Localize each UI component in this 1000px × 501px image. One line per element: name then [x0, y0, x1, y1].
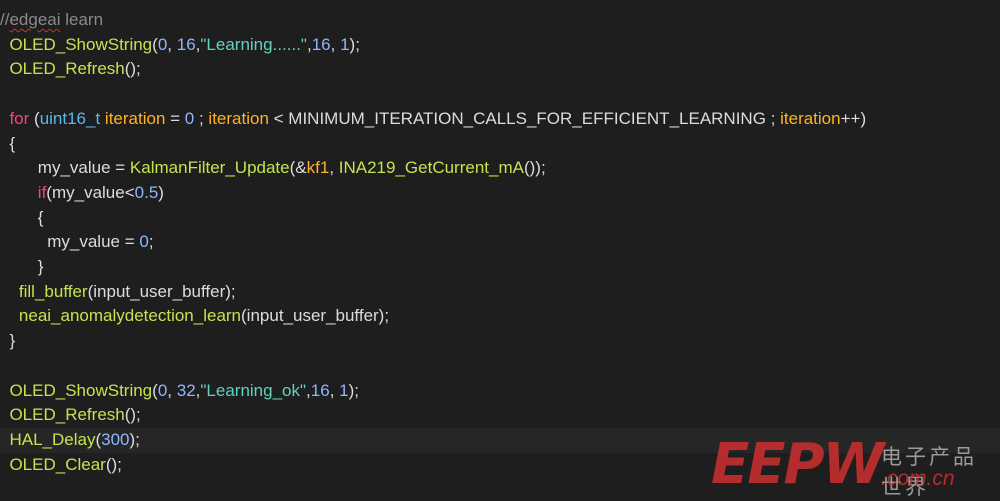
code-line[interactable]: OLED_Clear();: [0, 453, 1000, 478]
code-token: (: [29, 108, 40, 128]
code-line[interactable]: OLED_ShowString(0, 16,"Learning......",1…: [0, 33, 1000, 58]
code-token: 0: [157, 34, 168, 54]
code-token: ,: [329, 158, 339, 178]
code-token: kf1: [306, 158, 330, 178]
code-token: INA219_GetCurrent_mA: [338, 158, 524, 178]
code-token: }: [0, 257, 44, 276]
code-token: "Learning......": [200, 34, 307, 54]
code-token: OLED_ShowString: [9, 34, 153, 54]
code-token: OLED_Refresh: [9, 59, 125, 79]
code-token: );: [348, 380, 360, 400]
code-line[interactable]: neai_anomalydetection_learn(input_user_b…: [0, 304, 1000, 329]
code-token: (&: [289, 158, 307, 178]
code-token: KalmanFilter_Update: [129, 158, 290, 178]
code-token: my_value =: [0, 232, 140, 252]
code-line[interactable]: HAL_Delay(300);: [0, 427, 1000, 453]
code-token: ();: [124, 59, 141, 79]
code-token: ): [158, 182, 164, 202]
code-line[interactable]: //edgeai learn: [0, 8, 1000, 33]
code-line[interactable]: }: [0, 329, 1000, 354]
code-editor[interactable]: //edgeai learn OLED_ShowString (0, 16, "Le…: [0, 0, 1000, 497]
code-token: (input_user_buffer);: [241, 306, 390, 326]
code-token: edgeai: [9, 10, 61, 29]
code-token: iteration: [104, 108, 166, 128]
code-token: ,: [167, 34, 177, 54]
code-token: {: [0, 207, 44, 227]
code-token: );: [349, 34, 360, 54]
code-token: OLED_Refresh: [9, 405, 125, 425]
code-token: 0: [157, 380, 168, 400]
code-token: 300: [101, 429, 130, 449]
code-token: 16: [311, 34, 331, 54]
code-token: for: [9, 108, 30, 128]
code-token: 1: [339, 380, 349, 400]
code-token: iteration: [208, 108, 269, 128]
code-token: 1: [340, 34, 350, 54]
code-token: 0.5: [134, 182, 159, 202]
code-token: (input_user_buffer);: [87, 281, 236, 301]
code-token: }: [0, 331, 16, 351]
code-token: iteration: [780, 108, 841, 128]
code-line[interactable]: [0, 82, 1000, 107]
code-line[interactable]: fill_buffer(input_user_buffer);: [0, 280, 1000, 305]
code-token: ;: [194, 108, 209, 128]
code-token: ++): [840, 108, 867, 128]
code-token: ,: [330, 34, 341, 54]
code-line[interactable]: [0, 354, 1000, 379]
code-token: ,: [167, 380, 177, 400]
code-line[interactable]: {: [0, 206, 1000, 231]
code-token: OLED_Clear: [9, 454, 106, 474]
code-token: ();: [105, 454, 122, 474]
code-line[interactable]: }: [0, 255, 1000, 280]
code-token: OLED_ShowString: [9, 380, 153, 400]
code-token: fill_buffer: [18, 281, 88, 301]
code-token: neai_anomalydetection_learn: [18, 306, 242, 326]
code-line[interactable]: my_value = KalmanFilter_Update(&kf1, INA…: [0, 156, 1000, 181]
code-token: ,: [329, 380, 340, 400]
code-line[interactable]: {: [0, 132, 1000, 157]
code-line[interactable]: if(my_value<0.5): [0, 181, 1000, 206]
code-token: ());: [523, 158, 546, 178]
code-token: my_value =: [0, 158, 130, 178]
code-token: learn: [60, 10, 104, 29]
code-token: =: [165, 108, 185, 128]
code-token: ;: [148, 232, 154, 252]
code-token: < MINIMUM_ITERATION_CALLS_FOR_EFFICIENT_…: [268, 108, 781, 128]
code-line[interactable]: for (uint16_t iteration = 0 ; iteration …: [0, 107, 1000, 132]
code-line[interactable]: OLED_Refresh();: [0, 403, 1000, 428]
code-token: 32: [176, 380, 196, 400]
code-token: );: [129, 429, 140, 449]
code-token: "Learning_ok": [200, 380, 307, 400]
code-token: HAL_Delay: [9, 429, 96, 449]
code-token: 16: [176, 34, 196, 54]
code-line[interactable]: OLED_Refresh();: [0, 57, 1000, 82]
code-token: {: [0, 133, 16, 153]
code-token: (my_value<: [46, 182, 135, 202]
code-token: uint16_t: [39, 108, 101, 128]
code-token: ();: [124, 405, 141, 425]
code-token: 0: [139, 232, 149, 252]
code-line[interactable]: OLED_ShowString(0, 32,"Learning_ok",16, …: [0, 379, 1000, 404]
code-line[interactable]: my_value = 0;: [0, 230, 1000, 255]
code-token: 16: [310, 380, 330, 400]
code-token: 0: [184, 108, 195, 128]
